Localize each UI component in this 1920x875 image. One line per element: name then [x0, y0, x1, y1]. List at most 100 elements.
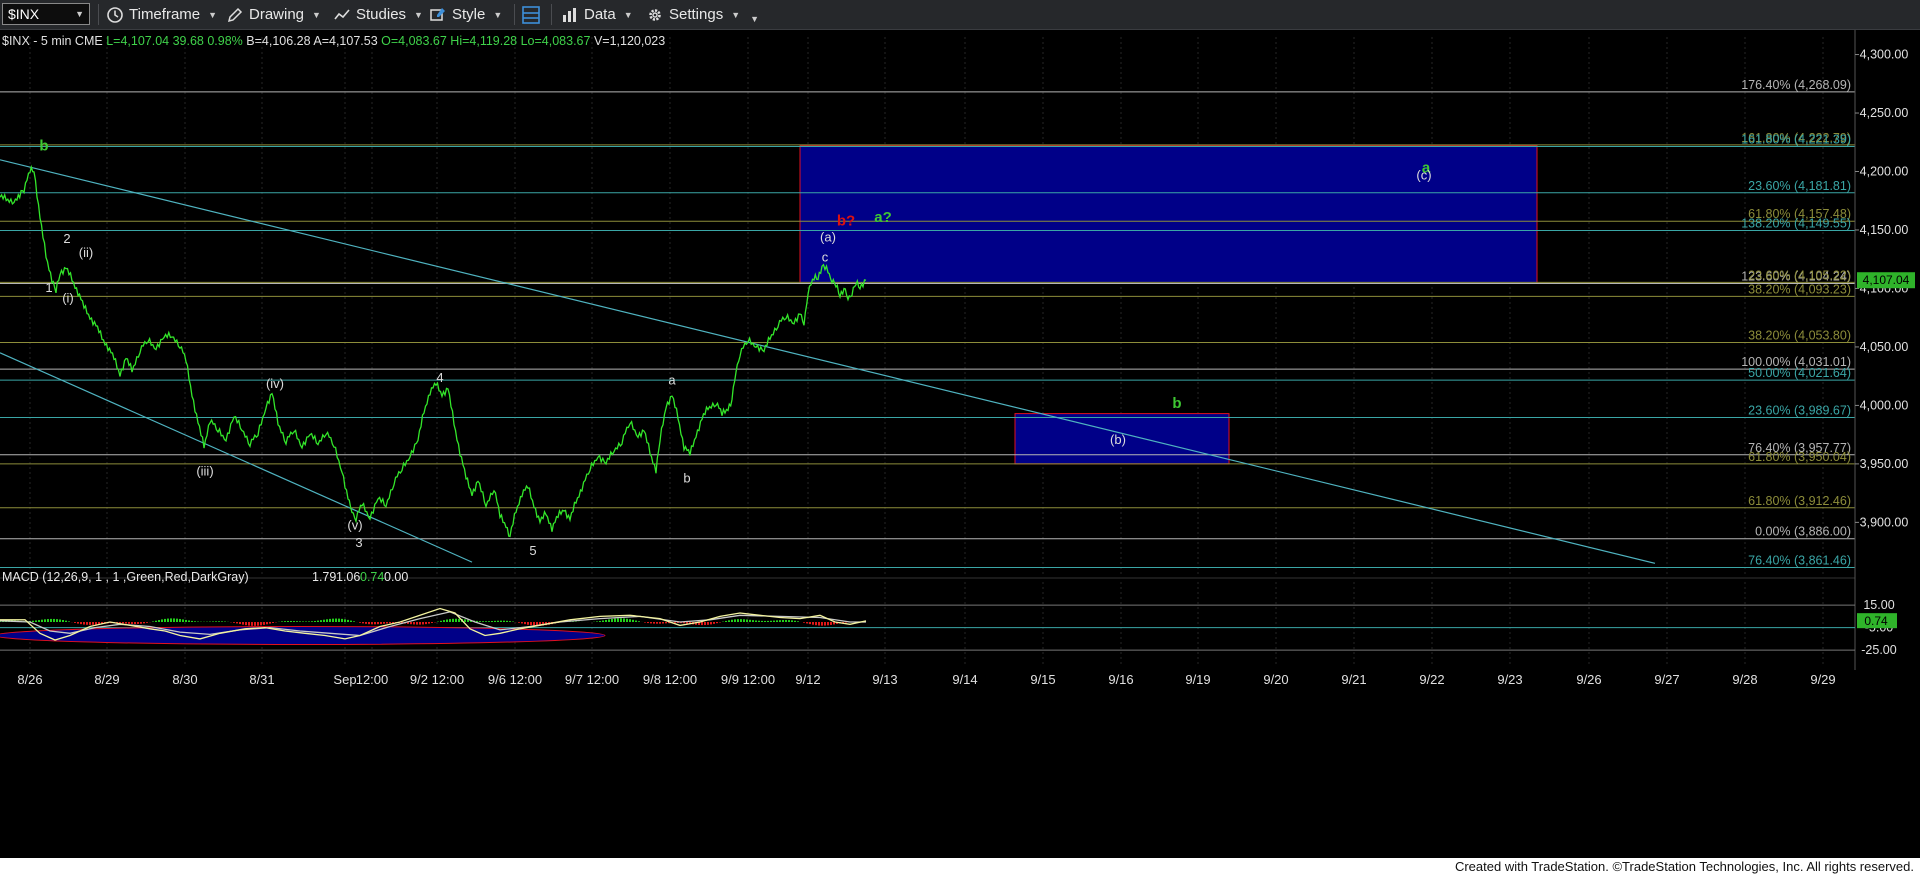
chevron-down-icon: ▼	[623, 9, 633, 20]
time-tick-label: 9/8 12:00	[643, 672, 697, 687]
time-tick-label: 9/16	[1108, 672, 1133, 687]
time-tick-label: Sep	[333, 672, 356, 687]
wave-label: (iii)	[196, 464, 213, 479]
toolbar-divider	[514, 4, 515, 25]
wave-label: (b)	[1110, 432, 1126, 447]
drawing-button[interactable]: Drawing ▼	[226, 3, 321, 26]
wave-label: 5	[529, 543, 536, 558]
header-field: O=4,083.67	[378, 34, 447, 48]
chevron-down-icon: ▼	[493, 9, 503, 20]
time-tick-label: 9/6 12:00	[488, 672, 542, 687]
studies-button[interactable]: Studies ▼	[333, 3, 423, 26]
price-series	[0, 164, 867, 538]
header-field: 0.98%	[204, 34, 243, 48]
settings-button[interactable]: Settings ▼ ▼	[646, 3, 759, 26]
header-field: L=4,107.04	[103, 34, 169, 48]
time-tick-label: 9/23	[1497, 672, 1522, 687]
wave-label: (c)	[1416, 168, 1431, 183]
symbol-text: $INX	[8, 6, 40, 22]
fib-level-label: 50.00% (4,021.64)	[1748, 366, 1851, 380]
time-tick-label: 9/15	[1030, 672, 1055, 687]
macd-tick-label: -25.00	[1861, 643, 1896, 657]
macd-value: 1.79	[312, 570, 336, 584]
wave-label: (v)	[347, 517, 362, 532]
drawing-label: Drawing	[249, 6, 305, 23]
fib-level-label: 61.80% (3,912.46)	[1748, 494, 1851, 508]
wave-label: a	[668, 372, 676, 387]
header-field: B=4,106.28	[243, 34, 311, 48]
time-axis: 8/26 8/29 8/30 8/31 Sep 12:00 9/2 12:00 9/6 12:…	[17, 672, 1835, 687]
target-boxes	[799, 145, 1538, 465]
timeframe-button[interactable]: Timeframe ▼	[106, 3, 217, 26]
timeframe-label: Timeframe	[129, 6, 201, 23]
macd-panel: MACD (12,26,9, 1 , 1 ,Green,Red,DarkGray…	[0, 570, 1897, 657]
price-chart[interactable]: 176.40% (4,268.09)161.80% (4,222.79)161.…	[0, 30, 1920, 858]
style-button[interactable]: Style ▼	[429, 3, 502, 26]
header-field: Lo=4,083.67	[517, 34, 590, 48]
time-tick-label: 9/13	[872, 672, 897, 687]
symbol-selector[interactable]: $INX ▼	[2, 3, 90, 25]
fib-level-label: 76.40% (3,861.46)	[1748, 553, 1851, 567]
fib-level-label: 23.60% (3,989.67)	[1748, 403, 1851, 417]
wave-label: b	[1172, 395, 1181, 412]
time-tick-label: 9/22	[1419, 672, 1444, 687]
layout-icon	[522, 5, 540, 24]
time-tick-label: 8/30	[172, 672, 197, 687]
macd-value: 0.74	[360, 570, 384, 584]
price-tick-label: 4,250.00	[1860, 106, 1909, 120]
time-tick-label: 9/2 12:00	[410, 672, 464, 687]
wave-label: 2	[63, 231, 70, 246]
wave-label: 4	[436, 370, 443, 385]
chevron-down-icon: ▼	[414, 9, 423, 20]
bar-chart-icon	[563, 7, 576, 22]
layout-button[interactable]	[521, 3, 541, 26]
pencil-icon	[227, 7, 243, 22]
time-tick-label: 9/29	[1810, 672, 1835, 687]
price-tick-label: 3,950.00	[1860, 457, 1909, 471]
fib-level-label: 23.60% (4,105.22)	[1748, 268, 1851, 282]
macd-current-label: 0.74	[1864, 614, 1888, 628]
studies-label: Studies	[356, 6, 407, 23]
price-axis: 3,900.003,950.004,000.004,050.004,100.00…	[1854, 30, 1915, 670]
header-field: Hi=4,119.28	[447, 34, 517, 48]
wave-label: b	[39, 137, 48, 154]
price-line	[0, 164, 867, 538]
wave-label: c	[822, 250, 829, 265]
chart-header: $INX - 5 min CME L=4,107.04 39.68 0.98% …	[2, 34, 665, 48]
header-field: $INX - 5 min CME	[2, 34, 103, 48]
time-tick-label: 8/29	[94, 672, 119, 687]
fib-level-label: 61.80% (3,950.04)	[1748, 450, 1851, 464]
fib-level-label: 38.20% (4,093.23)	[1748, 282, 1851, 296]
fib-level-label: 38.20% (4,053.80)	[1748, 328, 1851, 342]
time-tick-label: 9/9 12:00	[721, 672, 775, 687]
header-field: A=4,107.53	[311, 34, 378, 48]
time-tick-label: 9/12	[795, 672, 820, 687]
wave-label: 3	[355, 535, 362, 550]
style-icon	[430, 7, 445, 21]
chart-toolbar: $INX ▼ Timeframe ▼ Drawing ▼ Studies ▼ S…	[0, 0, 1920, 30]
time-tick-label: 8/31	[249, 672, 274, 687]
time-tick-label: 9/26	[1576, 672, 1601, 687]
wave-label: b?	[837, 212, 855, 229]
style-label: Style	[452, 6, 486, 23]
gear-icon	[649, 8, 661, 21]
wave-label: (iv)	[266, 376, 284, 391]
wave-label: 1	[45, 280, 52, 295]
overflow-caret-icon: ▼	[750, 13, 760, 24]
clock-icon	[107, 6, 123, 23]
price-tick-label: 4,300.00	[1860, 48, 1909, 62]
chevron-down-icon: ▼	[312, 9, 321, 20]
macd-tick-label: 15.00	[1863, 598, 1894, 612]
time-tick-label: 9/27	[1654, 672, 1679, 687]
time-tick-label: 9/7 12:00	[565, 672, 619, 687]
time-tick-label: 9/20	[1263, 672, 1288, 687]
wave-label: b	[683, 471, 690, 486]
data-label: Data	[584, 6, 616, 23]
toolbar-divider	[551, 4, 552, 25]
toolbar-divider	[98, 4, 99, 25]
grid-lines	[0, 37, 1855, 666]
wave-label: (ii)	[79, 245, 93, 260]
time-tick-label: 9/19	[1185, 672, 1210, 687]
data-button[interactable]: Data ▼	[561, 3, 633, 26]
trendline	[0, 352, 473, 563]
